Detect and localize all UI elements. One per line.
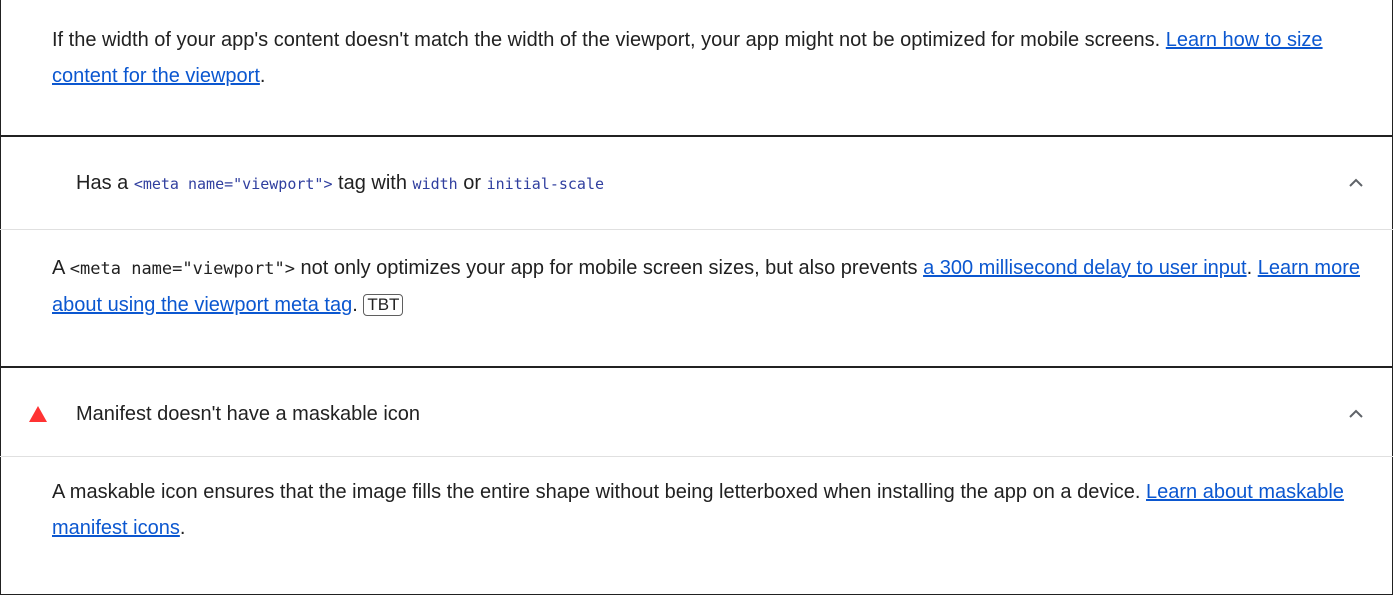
delay-user-input-link[interactable]: a 300 millisecond delay to user input — [923, 257, 1247, 279]
maskable-icon-description: A maskable icon ensures that the image f… — [52, 481, 1344, 539]
audit-header-divider — [0, 456, 1393, 457]
warning-triangle-icon — [29, 406, 47, 422]
metric-badge: TBT — [363, 294, 404, 316]
chevron-up-icon[interactable] — [1347, 174, 1365, 192]
viewport-width-description: If the width of your app's content doesn… — [52, 29, 1323, 87]
audit-title: Has a <meta name="viewport"> tag with wi… — [76, 171, 605, 194]
chevron-up-icon[interactable] — [1347, 405, 1365, 423]
code-snippet: initial-scale — [486, 174, 605, 193]
audit-header-viewport[interactable]: Has a <meta name="viewport"> tag with wi… — [0, 137, 1393, 229]
description-text: If the width of your app's content doesn… — [52, 29, 1166, 51]
code-snippet: <meta name="viewport"> — [133, 174, 333, 193]
audit-header-divider — [0, 229, 1393, 230]
audit-title: Manifest doesn't have a maskable icon — [76, 402, 421, 425]
code-snippet: <meta name="viewport"> — [69, 259, 295, 279]
viewport-meta-description: A <meta name="viewport"> not only optimi… — [52, 257, 1360, 316]
code-snippet: width — [412, 174, 458, 193]
audit-header-maskable[interactable]: Manifest doesn't have a maskable icon — [0, 368, 1393, 460]
